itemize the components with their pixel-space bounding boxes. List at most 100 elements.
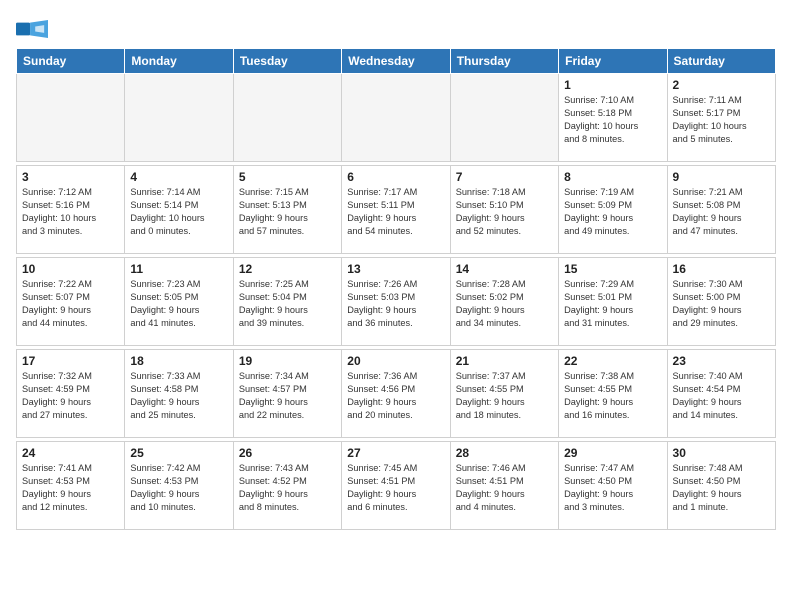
day-info: Sunrise: 7:42 AM Sunset: 4:53 PM Dayligh…	[130, 462, 227, 514]
calendar-cell: 9Sunrise: 7:21 AM Sunset: 5:08 PM Daylig…	[667, 166, 775, 254]
day-info: Sunrise: 7:43 AM Sunset: 4:52 PM Dayligh…	[239, 462, 336, 514]
calendar-cell: 24 Sunrise: 7:41 AM Sunset: 4:53 PM Dayli…	[17, 442, 125, 530]
calendar-cell: 20 Sunrise: 7:36 AM Sunset: 4:56 PM Dayli…	[342, 350, 450, 438]
calendar-cell: 13Sunrise: 7:26 AM Sunset: 5:03 PM Dayli…	[342, 258, 450, 346]
calendar-cell: 14 Sunrise: 7:28 AM Sunset: 5:02 PM Dayli…	[450, 258, 558, 346]
page: SundayMondayTuesdayWednesdayThursdayFrid…	[0, 0, 792, 540]
day-number: 29	[564, 446, 661, 460]
day-info: Sunrise: 7:23 AM Sunset: 5:05 PM Dayligh…	[130, 278, 227, 330]
weekday-header-wednesday: Wednesday	[342, 49, 450, 74]
calendar-cell: 29 Sunrise: 7:47 AM Sunset: 4:50 PM Dayli…	[559, 442, 667, 530]
calendar-cell: 6 Sunrise: 7:17 AM Sunset: 5:11 PM Daylig…	[342, 166, 450, 254]
calendar-cell: 26 Sunrise: 7:43 AM Sunset: 4:52 PM Dayli…	[233, 442, 341, 530]
calendar-cell: 16Sunrise: 7:30 AM Sunset: 5:00 PM Dayli…	[667, 258, 775, 346]
weekday-header-monday: Monday	[125, 49, 233, 74]
header	[16, 16, 776, 40]
calendar-cell	[342, 74, 450, 162]
calendar-cell: 8 Sunrise: 7:19 AM Sunset: 5:09 PM Daylig…	[559, 166, 667, 254]
calendar-cell: 7 Sunrise: 7:18 AM Sunset: 5:10 PM Daylig…	[450, 166, 558, 254]
day-info: Sunrise: 7:18 AM Sunset: 5:10 PM Dayligh…	[456, 186, 553, 238]
day-number: 21	[456, 354, 553, 368]
day-info: Sunrise: 7:33 AM Sunset: 4:58 PM Dayligh…	[130, 370, 227, 422]
day-number: 8	[564, 170, 661, 184]
day-info: Sunrise: 7:22 AM Sunset: 5:07 PM Dayligh…	[22, 278, 119, 330]
calendar-cell: 5 Sunrise: 7:15 AM Sunset: 5:13 PM Daylig…	[233, 166, 341, 254]
calendar-cell: 27 Sunrise: 7:45 AM Sunset: 4:51 PM Dayli…	[342, 442, 450, 530]
logo-icon	[16, 20, 48, 38]
day-info: Sunrise: 7:32 AM Sunset: 4:59 PM Dayligh…	[22, 370, 119, 422]
day-info: Sunrise: 7:15 AM Sunset: 5:13 PM Dayligh…	[239, 186, 336, 238]
calendar-week-row: 1 Sunrise: 7:10 AM Sunset: 5:18 PM Daylig…	[17, 74, 776, 162]
day-info: Sunrise: 7:46 AM Sunset: 4:51 PM Dayligh…	[456, 462, 553, 514]
calendar-cell: 12 Sunrise: 7:25 AM Sunset: 5:04 PM Dayli…	[233, 258, 341, 346]
day-info: Sunrise: 7:45 AM Sunset: 4:51 PM Dayligh…	[347, 462, 444, 514]
day-info: Sunrise: 7:25 AM Sunset: 5:04 PM Dayligh…	[239, 278, 336, 330]
calendar-cell: 4Sunrise: 7:14 AM Sunset: 5:14 PM Daylig…	[125, 166, 233, 254]
day-number: 19	[239, 354, 336, 368]
day-number: 11	[130, 262, 227, 276]
weekday-header-tuesday: Tuesday	[233, 49, 341, 74]
calendar-week-row: 3 Sunrise: 7:12 AM Sunset: 5:16 PM Daylig…	[17, 166, 776, 254]
calendar-cell: 23 Sunrise: 7:40 AM Sunset: 4:54 PM Dayli…	[667, 350, 775, 438]
day-info: Sunrise: 7:17 AM Sunset: 5:11 PM Dayligh…	[347, 186, 444, 238]
day-info: Sunrise: 7:37 AM Sunset: 4:55 PM Dayligh…	[456, 370, 553, 422]
weekday-header-saturday: Saturday	[667, 49, 775, 74]
calendar-cell: 3 Sunrise: 7:12 AM Sunset: 5:16 PM Daylig…	[17, 166, 125, 254]
calendar-cell: 15 Sunrise: 7:29 AM Sunset: 5:01 PM Dayli…	[559, 258, 667, 346]
day-number: 23	[673, 354, 770, 368]
calendar-week-row: 17Sunrise: 7:32 AM Sunset: 4:59 PM Dayli…	[17, 350, 776, 438]
day-number: 22	[564, 354, 661, 368]
day-number: 27	[347, 446, 444, 460]
calendar-cell: 22 Sunrise: 7:38 AM Sunset: 4:55 PM Dayli…	[559, 350, 667, 438]
calendar-cell	[233, 74, 341, 162]
calendar-cell: 2Sunrise: 7:11 AM Sunset: 5:17 PM Daylig…	[667, 74, 775, 162]
day-info: Sunrise: 7:40 AM Sunset: 4:54 PM Dayligh…	[673, 370, 770, 422]
day-info: Sunrise: 7:10 AM Sunset: 5:18 PM Dayligh…	[564, 94, 661, 146]
calendar-cell: 17Sunrise: 7:32 AM Sunset: 4:59 PM Dayli…	[17, 350, 125, 438]
day-number: 14	[456, 262, 553, 276]
logo	[16, 20, 48, 40]
day-number: 3	[22, 170, 119, 184]
calendar-cell	[125, 74, 233, 162]
day-number: 30	[673, 446, 770, 460]
day-number: 5	[239, 170, 336, 184]
day-info: Sunrise: 7:19 AM Sunset: 5:09 PM Dayligh…	[564, 186, 661, 238]
calendar-cell: 11 Sunrise: 7:23 AM Sunset: 5:05 PM Dayli…	[125, 258, 233, 346]
day-number: 7	[456, 170, 553, 184]
calendar-cell: 25Sunrise: 7:42 AM Sunset: 4:53 PM Dayli…	[125, 442, 233, 530]
calendar-cell	[17, 74, 125, 162]
day-info: Sunrise: 7:41 AM Sunset: 4:53 PM Dayligh…	[22, 462, 119, 514]
day-info: Sunrise: 7:21 AM Sunset: 5:08 PM Dayligh…	[673, 186, 770, 238]
day-number: 20	[347, 354, 444, 368]
day-info: Sunrise: 7:36 AM Sunset: 4:56 PM Dayligh…	[347, 370, 444, 422]
day-info: Sunrise: 7:26 AM Sunset: 5:03 PM Dayligh…	[347, 278, 444, 330]
day-number: 15	[564, 262, 661, 276]
day-number: 12	[239, 262, 336, 276]
calendar-week-row: 24 Sunrise: 7:41 AM Sunset: 4:53 PM Dayli…	[17, 442, 776, 530]
day-info: Sunrise: 7:47 AM Sunset: 4:50 PM Dayligh…	[564, 462, 661, 514]
calendar-header-row: SundayMondayTuesdayWednesdayThursdayFrid…	[17, 49, 776, 74]
calendar-cell: 30 Sunrise: 7:48 AM Sunset: 4:50 PM Dayli…	[667, 442, 775, 530]
day-number: 16	[673, 262, 770, 276]
calendar-cell	[450, 74, 558, 162]
calendar-cell: 10Sunrise: 7:22 AM Sunset: 5:07 PM Dayli…	[17, 258, 125, 346]
day-number: 18	[130, 354, 227, 368]
weekday-header-friday: Friday	[559, 49, 667, 74]
day-number: 2	[673, 78, 770, 92]
calendar-cell: 21 Sunrise: 7:37 AM Sunset: 4:55 PM Dayli…	[450, 350, 558, 438]
calendar-cell: 19Sunrise: 7:34 AM Sunset: 4:57 PM Dayli…	[233, 350, 341, 438]
day-info: Sunrise: 7:48 AM Sunset: 4:50 PM Dayligh…	[673, 462, 770, 514]
weekday-header-sunday: Sunday	[17, 49, 125, 74]
day-info: Sunrise: 7:29 AM Sunset: 5:01 PM Dayligh…	[564, 278, 661, 330]
day-number: 1	[564, 78, 661, 92]
day-number: 6	[347, 170, 444, 184]
calendar-cell: 28 Sunrise: 7:46 AM Sunset: 4:51 PM Dayli…	[450, 442, 558, 530]
day-number: 28	[456, 446, 553, 460]
day-info: Sunrise: 7:12 AM Sunset: 5:16 PM Dayligh…	[22, 186, 119, 238]
calendar-cell: 18 Sunrise: 7:33 AM Sunset: 4:58 PM Dayli…	[125, 350, 233, 438]
day-number: 24	[22, 446, 119, 460]
day-info: Sunrise: 7:28 AM Sunset: 5:02 PM Dayligh…	[456, 278, 553, 330]
day-number: 26	[239, 446, 336, 460]
day-info: Sunrise: 7:38 AM Sunset: 4:55 PM Dayligh…	[564, 370, 661, 422]
day-info: Sunrise: 7:14 AM Sunset: 5:14 PM Dayligh…	[130, 186, 227, 238]
